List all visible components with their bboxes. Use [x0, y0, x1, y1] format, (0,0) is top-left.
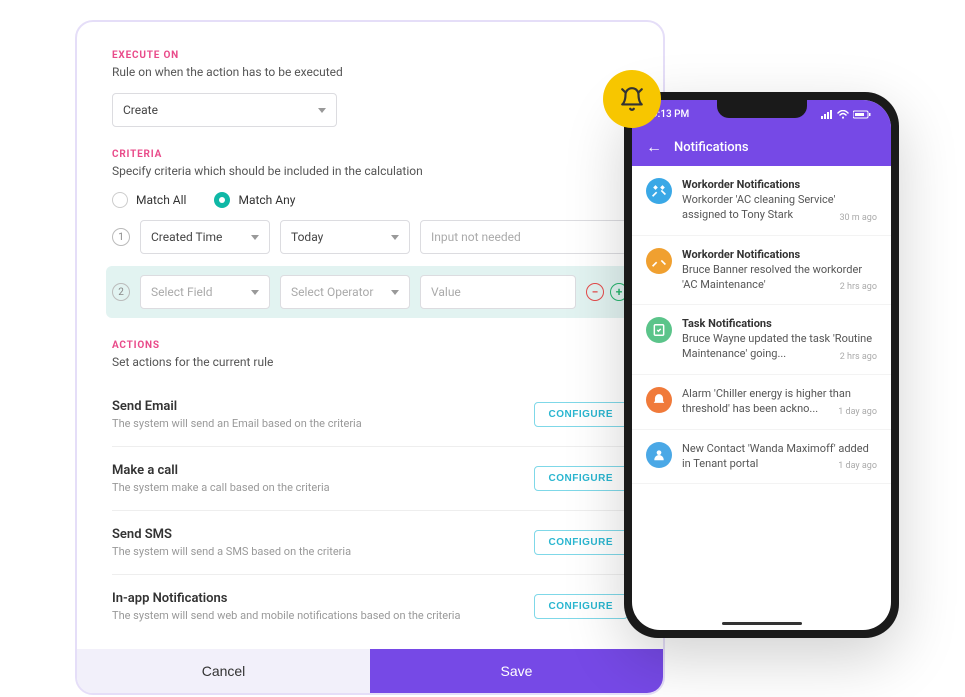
criteria-field-select[interactable]: Select Field: [140, 275, 270, 309]
notification-title: Workorder Notifications: [682, 248, 877, 261]
configure-button[interactable]: CONFIGURE: [534, 530, 629, 555]
phone-mockup: 9:13 PM ← Notifications Workorder Notifi…: [624, 92, 899, 638]
battery-icon: [853, 110, 871, 119]
criteria-operator-select[interactable]: Select Operator: [280, 275, 410, 309]
actions-section-label: ACTIONS: [112, 340, 628, 351]
configure-button[interactable]: CONFIGURE: [534, 466, 629, 491]
notification-time: 2 hrs ago: [840, 352, 877, 362]
execute-trigger-select[interactable]: Create: [112, 93, 337, 127]
tools-icon: [646, 178, 672, 204]
select-value: Select Field: [151, 285, 213, 299]
chevron-down-icon: [251, 290, 259, 295]
chevron-down-icon: [391, 290, 399, 295]
bell-icon: [619, 86, 645, 112]
alarm-icon: [646, 387, 672, 413]
criteria-section-label: CRITERIA: [112, 149, 628, 160]
footer-buttons: Cancel Save: [77, 649, 663, 693]
chevron-down-icon: [251, 235, 259, 240]
status-icons: [821, 110, 871, 119]
select-value: Select Operator: [291, 285, 373, 299]
configure-button[interactable]: CONFIGURE: [534, 594, 629, 619]
chevron-down-icon: [391, 235, 399, 240]
action-desc: The system will send a SMS based on the …: [112, 545, 351, 558]
criteria-row-controls: − +: [586, 283, 628, 301]
criteria-row-number: 1: [112, 228, 130, 246]
action-item-inapp: In-app Notifications The system will sen…: [112, 575, 628, 638]
chevron-down-icon: [318, 108, 326, 113]
radio-label: Match Any: [238, 193, 295, 207]
notification-item[interactable]: New Contact 'Wanda Maximoff' added in Te…: [632, 430, 891, 485]
task-icon: [646, 317, 672, 343]
execute-select-value: Create: [123, 103, 158, 117]
notification-time: 30 m ago: [839, 213, 877, 223]
criteria-match-mode: Match All Match Any: [112, 192, 628, 208]
notification-title: Task Notifications: [682, 317, 877, 330]
action-desc: The system will send web and mobile noti…: [112, 609, 460, 622]
notification-item[interactable]: Alarm 'Chiller energy is higher than thr…: [632, 375, 891, 430]
signal-icon: [821, 110, 833, 119]
select-value: Today: [291, 230, 323, 244]
home-indicator: [722, 622, 802, 625]
phone-notch: [717, 100, 807, 118]
notification-time: 2 hrs ago: [840, 282, 877, 292]
criteria-operator-select[interactable]: Today: [280, 220, 410, 254]
action-desc: The system will send an Email based on t…: [112, 417, 362, 430]
tools-icon: [646, 248, 672, 274]
configure-button[interactable]: CONFIGURE: [534, 402, 629, 427]
action-desc: The system make a call based on the crit…: [112, 481, 330, 494]
notification-item[interactable]: Workorder Notifications Bruce Banner res…: [632, 236, 891, 306]
actions-section-desc: Set actions for the current rule: [112, 355, 628, 369]
back-arrow-icon[interactable]: ←: [646, 137, 662, 157]
action-title: Send SMS: [112, 527, 351, 542]
phone-app-header: ← Notifications: [632, 128, 891, 166]
criteria-row-number: 2: [112, 283, 130, 301]
execute-section-desc: Rule on when the action has to be execut…: [112, 65, 628, 79]
phone-screen: 9:13 PM ← Notifications Workorder Notifi…: [632, 100, 891, 630]
criteria-row: 1 Created Time Today Input not needed: [112, 220, 628, 254]
execute-section-label: EXECUTE ON: [112, 50, 628, 61]
criteria-field-select[interactable]: Created Time: [140, 220, 270, 254]
radio-match-any[interactable]: Match Any: [214, 192, 295, 208]
criteria-value-input[interactable]: Value: [420, 275, 576, 309]
radio-icon: [214, 192, 230, 208]
user-icon: [646, 442, 672, 468]
wifi-icon: [837, 110, 849, 119]
remove-criteria-button[interactable]: −: [586, 283, 604, 301]
radio-match-all[interactable]: Match All: [112, 192, 186, 208]
rule-config-panel: EXECUTE ON Rule on when the action has t…: [75, 20, 665, 695]
notification-time: 1 day ago: [838, 461, 877, 471]
app-header-title: Notifications: [674, 140, 749, 155]
notification-item[interactable]: Workorder Notifications Workorder 'AC cl…: [632, 166, 891, 236]
action-item-email: Send Email The system will send an Email…: [112, 383, 628, 447]
notification-list: Workorder Notifications Workorder 'AC cl…: [632, 166, 891, 484]
actions-list: Send Email The system will send an Email…: [112, 383, 628, 638]
radio-label: Match All: [136, 193, 186, 207]
action-title: In-app Notifications: [112, 591, 460, 606]
action-title: Make a call: [112, 463, 330, 478]
notification-bell-badge: [603, 70, 661, 128]
action-title: Send Email: [112, 399, 362, 414]
notification-time: 1 day ago: [838, 407, 877, 417]
select-value: Created Time: [151, 230, 222, 244]
cancel-button[interactable]: Cancel: [77, 649, 370, 693]
save-button[interactable]: Save: [370, 649, 663, 693]
notification-title: Workorder Notifications: [682, 178, 877, 191]
criteria-row: 2 Select Field Select Operator Value − +: [106, 266, 634, 318]
criteria-section-desc: Specify criteria which should be include…: [112, 164, 628, 178]
radio-icon: [112, 192, 128, 208]
action-item-sms: Send SMS The system will send a SMS base…: [112, 511, 628, 575]
notification-item[interactable]: Task Notifications Bruce Wayne updated t…: [632, 305, 891, 375]
action-item-call: Make a call The system make a call based…: [112, 447, 628, 511]
criteria-value-input[interactable]: Input not needed: [420, 220, 628, 254]
